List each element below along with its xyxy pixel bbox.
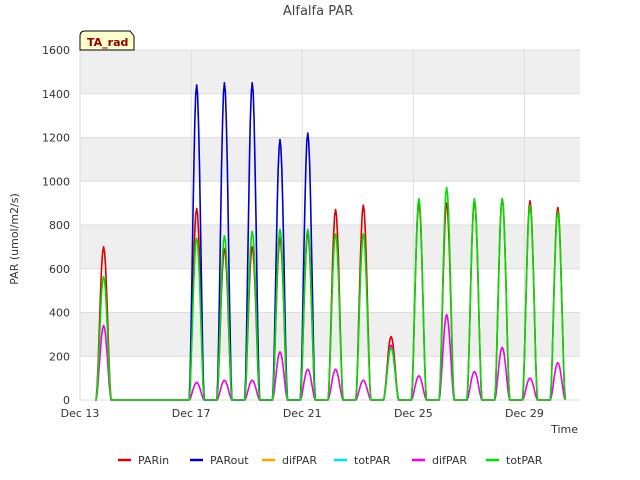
data-point xyxy=(251,246,254,248)
data-point xyxy=(445,313,448,316)
x-tick-label: Dec 21 xyxy=(283,407,322,420)
data-point xyxy=(334,232,337,235)
data-point xyxy=(418,375,420,377)
data-point xyxy=(279,228,281,231)
data-point xyxy=(102,324,105,327)
data-point xyxy=(195,84,198,86)
data-point xyxy=(473,370,476,373)
y-tick-label: 0 xyxy=(63,394,70,407)
data-point xyxy=(306,228,309,231)
data-point xyxy=(390,344,392,347)
chart-canvas: Alfalfa PAR 0 200 400 600 800 1000 1200 1400 160… xyxy=(8,4,580,467)
legend-label: difPAR xyxy=(432,454,467,467)
data-point xyxy=(195,207,198,210)
y-tick-label: 200 xyxy=(49,350,70,363)
data-point xyxy=(390,335,392,338)
plot-band xyxy=(80,137,580,182)
data-point xyxy=(556,206,559,209)
data-point xyxy=(556,362,559,364)
data-point xyxy=(473,197,476,200)
data-point xyxy=(223,82,226,84)
data-point xyxy=(223,235,226,237)
y-tick-label: 600 xyxy=(49,263,70,276)
legend-label: totPAR xyxy=(354,454,391,467)
y-axis-ticks: 0 200 400 600 800 1000 1200 1400 1600 xyxy=(42,44,70,407)
legend: PARin PARout difPAR totPAR difPAR totPAR xyxy=(118,454,543,467)
data-point xyxy=(362,232,365,235)
data-point xyxy=(362,204,365,207)
x-tick-label: Dec 17 xyxy=(172,407,211,420)
badge-label: TA_rad xyxy=(87,36,128,49)
data-point xyxy=(501,197,504,200)
data-point xyxy=(279,138,281,141)
x-tick-label: Dec 13 xyxy=(61,407,100,420)
y-tick-label: 1000 xyxy=(42,175,70,188)
data-point xyxy=(529,200,531,202)
data-point xyxy=(195,381,198,384)
legend-label: difPAR xyxy=(282,454,317,467)
data-point xyxy=(306,368,309,371)
data-point xyxy=(529,377,531,379)
legend-label: PARout xyxy=(210,454,249,467)
y-tick-label: 1200 xyxy=(42,132,70,145)
data-point xyxy=(390,346,392,349)
data-point xyxy=(251,379,254,382)
data-point xyxy=(195,237,198,239)
y-tick-label: 400 xyxy=(49,307,70,320)
data-point xyxy=(223,379,226,382)
x-tick-label: Dec 29 xyxy=(505,407,544,420)
y-tick-label: 1600 xyxy=(42,44,70,57)
chart-title: Alfalfa PAR xyxy=(283,4,353,19)
data-point xyxy=(251,82,254,84)
data-point xyxy=(223,248,226,250)
data-point xyxy=(445,187,448,189)
plot-band xyxy=(80,50,580,94)
legend-label: PARin xyxy=(138,454,169,467)
x-tick-label: Dec 25 xyxy=(394,407,433,420)
data-point xyxy=(102,275,105,278)
data-point xyxy=(362,379,365,382)
data-point xyxy=(501,346,504,349)
legend-label: totPAR xyxy=(506,454,543,467)
y-axis-label: PAR (umol/m2/s) xyxy=(8,193,21,285)
data-point xyxy=(306,132,309,134)
data-point xyxy=(334,368,337,371)
ta-rad-badge: TA_rad xyxy=(79,30,135,51)
data-point xyxy=(102,246,105,248)
data-point xyxy=(556,211,559,213)
data-point xyxy=(334,208,337,211)
x-axis-label: Time xyxy=(550,423,578,436)
data-point xyxy=(418,197,420,200)
y-tick-label: 1400 xyxy=(42,88,70,101)
data-point xyxy=(279,351,281,353)
data-point xyxy=(529,204,531,207)
y-tick-label: 800 xyxy=(49,219,70,232)
data-point xyxy=(251,230,254,233)
x-axis-ticks: Dec 13 Dec 17 Dec 21 Dec 25 Dec 29 xyxy=(61,407,544,420)
